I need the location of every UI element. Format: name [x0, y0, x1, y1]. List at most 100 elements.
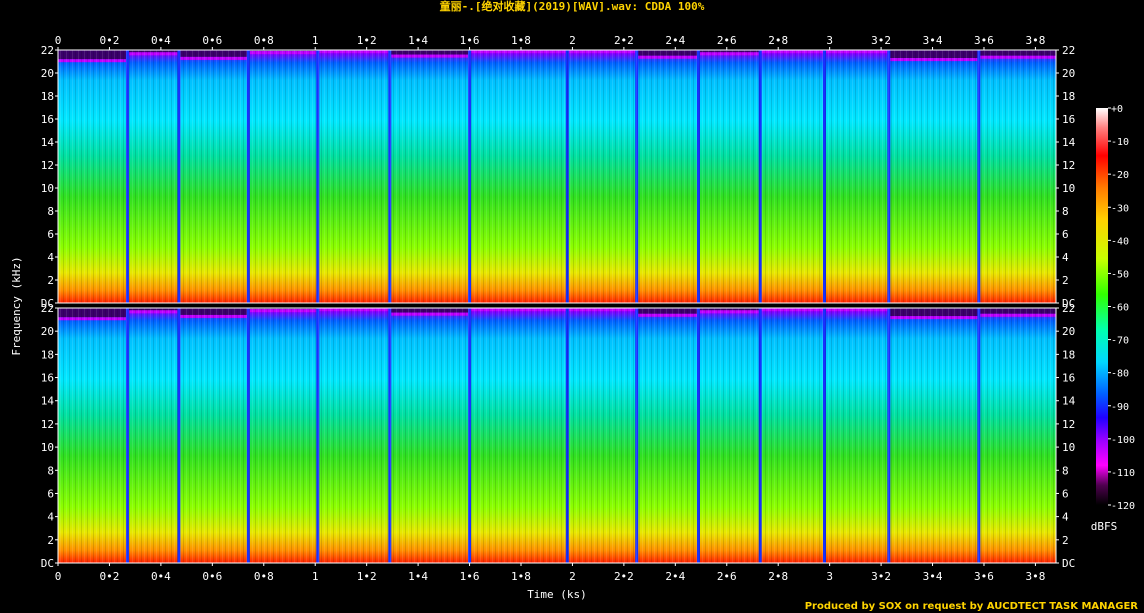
x-tick-label: 2•4	[665, 570, 685, 583]
y-tick-label: 18	[41, 90, 54, 103]
x-tick-label: 0•6	[202, 34, 222, 47]
colorbar-tick-label: -120	[1111, 501, 1135, 512]
y-tick-label: DC	[41, 557, 54, 570]
x-tick-label: 2•4	[665, 34, 685, 47]
x-tick-label: 2•8	[768, 570, 788, 583]
x-tick-label: 2•6	[717, 570, 737, 583]
y-tick-label: 14	[41, 136, 55, 149]
x-tick-label: 2•6	[717, 34, 737, 47]
y-tick-label: 12	[41, 159, 54, 172]
y-tick-label: 22	[41, 44, 54, 57]
y-tick-label: 6	[47, 228, 54, 241]
y-tick-label: 14	[41, 395, 55, 408]
x-tick-label: 1	[312, 570, 319, 583]
x-tick-label: 2•2	[614, 570, 634, 583]
colorbar-tick-label: -50	[1111, 269, 1129, 280]
y-tick-label: 20	[1062, 325, 1075, 338]
x-tick-label: 3•8	[1025, 570, 1045, 583]
x-tick-label: 1•2	[357, 34, 377, 47]
x-tick-label: 3•6	[974, 34, 994, 47]
y-tick-label: 6	[1062, 228, 1069, 241]
x-tick-label: 0•2	[100, 570, 120, 583]
y-tick-label: 20	[41, 67, 54, 80]
spectrum-texture	[58, 50, 1056, 303]
x-tick-label: 2•8	[768, 34, 788, 47]
y-tick-label: 2	[47, 534, 54, 547]
x-tick-label: 3•4	[923, 570, 943, 583]
y-tick-label: 14	[1062, 136, 1076, 149]
y-tick-label: 12	[1062, 418, 1075, 431]
x-axis-label: Time (ks)	[527, 588, 587, 601]
colorbar-tick-label: -110	[1111, 468, 1135, 479]
colorbar-tick-label: -40	[1111, 236, 1129, 247]
y-tick-label: 10	[41, 441, 54, 454]
spectrum-texture	[58, 308, 1056, 563]
y-tick-label: 22	[1062, 44, 1075, 57]
x-tick-label: 3•2	[871, 570, 891, 583]
colorbar-tick-label: -10	[1111, 137, 1129, 148]
y-tick-label: 6	[1062, 487, 1069, 500]
colorbar-tick-label: -100	[1111, 435, 1135, 446]
x-tick-label: 0	[55, 34, 62, 47]
colorbar-tick-label: -70	[1111, 336, 1129, 347]
y-tick-label: 2	[1062, 274, 1069, 287]
y-tick-label: 6	[47, 487, 54, 500]
x-tick-label: 2•2	[614, 34, 634, 47]
spectrogram-chart: DC DC2 24 46 68 810 1012 1214 1416 1618 1820 2022 22…	[10, 34, 1135, 601]
y-tick-label: 16	[41, 113, 54, 126]
y-tick-label: 8	[1062, 205, 1069, 218]
colorbar-tick-label: -60	[1111, 303, 1129, 314]
y-tick-label: 4	[1062, 511, 1069, 524]
colorbar-tick-label: +0	[1111, 104, 1123, 115]
y-tick-label: 22	[1062, 302, 1075, 315]
y-tick-label: 22	[41, 302, 54, 315]
y-tick-label: 4	[47, 511, 54, 524]
credit-text: Produced by SOX on request by AUCDTECT T…	[804, 601, 1138, 612]
y-tick-label: 16	[41, 372, 54, 385]
x-tick-label: 0•8	[254, 34, 274, 47]
x-tick-label: 0•4	[151, 34, 171, 47]
x-tick-label: 3	[826, 34, 833, 47]
x-tick-label: 3•8	[1025, 34, 1045, 47]
x-tick-label: 1	[312, 34, 319, 47]
x-tick-label: 3•4	[923, 34, 943, 47]
x-tick-label: 1•2	[357, 570, 377, 583]
y-tick-label: 16	[1062, 113, 1075, 126]
y-tick-label: 10	[41, 182, 54, 195]
y-tick-label: 10	[1062, 441, 1075, 454]
y-tick-label: 8	[47, 205, 54, 218]
x-tick-label: 0•8	[254, 570, 274, 583]
y-tick-label: 8	[1062, 464, 1069, 477]
colorbar	[1096, 108, 1108, 505]
x-tick-label: 1•4	[408, 34, 428, 47]
x-tick-label: 1•4	[408, 570, 428, 583]
x-tick-label: 3	[826, 570, 833, 583]
y-tick-label: DC	[1062, 557, 1075, 570]
x-tick-label: 2	[569, 570, 576, 583]
y-tick-label: 16	[1062, 372, 1075, 385]
y-tick-label: 12	[1062, 159, 1075, 172]
x-tick-label: 0•4	[151, 570, 171, 583]
x-tick-label: 2	[569, 34, 576, 47]
y-tick-label: 10	[1062, 182, 1075, 195]
colorbar-label: dBFS	[1091, 520, 1118, 533]
x-tick-label: 1•6	[460, 34, 480, 47]
x-tick-label: 0•2	[100, 34, 120, 47]
x-tick-label: 3•6	[974, 570, 994, 583]
y-tick-label: 2	[1062, 534, 1069, 547]
x-tick-label: 1•6	[460, 570, 480, 583]
y-tick-label: 4	[47, 251, 54, 264]
x-tick-label: 0	[55, 570, 62, 583]
x-tick-label: 0•6	[202, 570, 222, 583]
y-tick-label: 14	[1062, 395, 1076, 408]
colorbar-tick-label: -90	[1111, 402, 1129, 413]
x-tick-label: 3•2	[871, 34, 891, 47]
y-tick-label: 4	[1062, 251, 1069, 264]
x-tick-label: 1•8	[511, 570, 531, 583]
y-axis-label: Frequency (kHz)	[10, 256, 23, 355]
colorbar-tick-label: -20	[1111, 170, 1129, 181]
y-tick-label: 18	[1062, 348, 1075, 361]
y-tick-label: 18	[1062, 90, 1075, 103]
colorbar-tick-label: -80	[1111, 369, 1129, 380]
colorbar-tick-label: -30	[1111, 203, 1129, 214]
